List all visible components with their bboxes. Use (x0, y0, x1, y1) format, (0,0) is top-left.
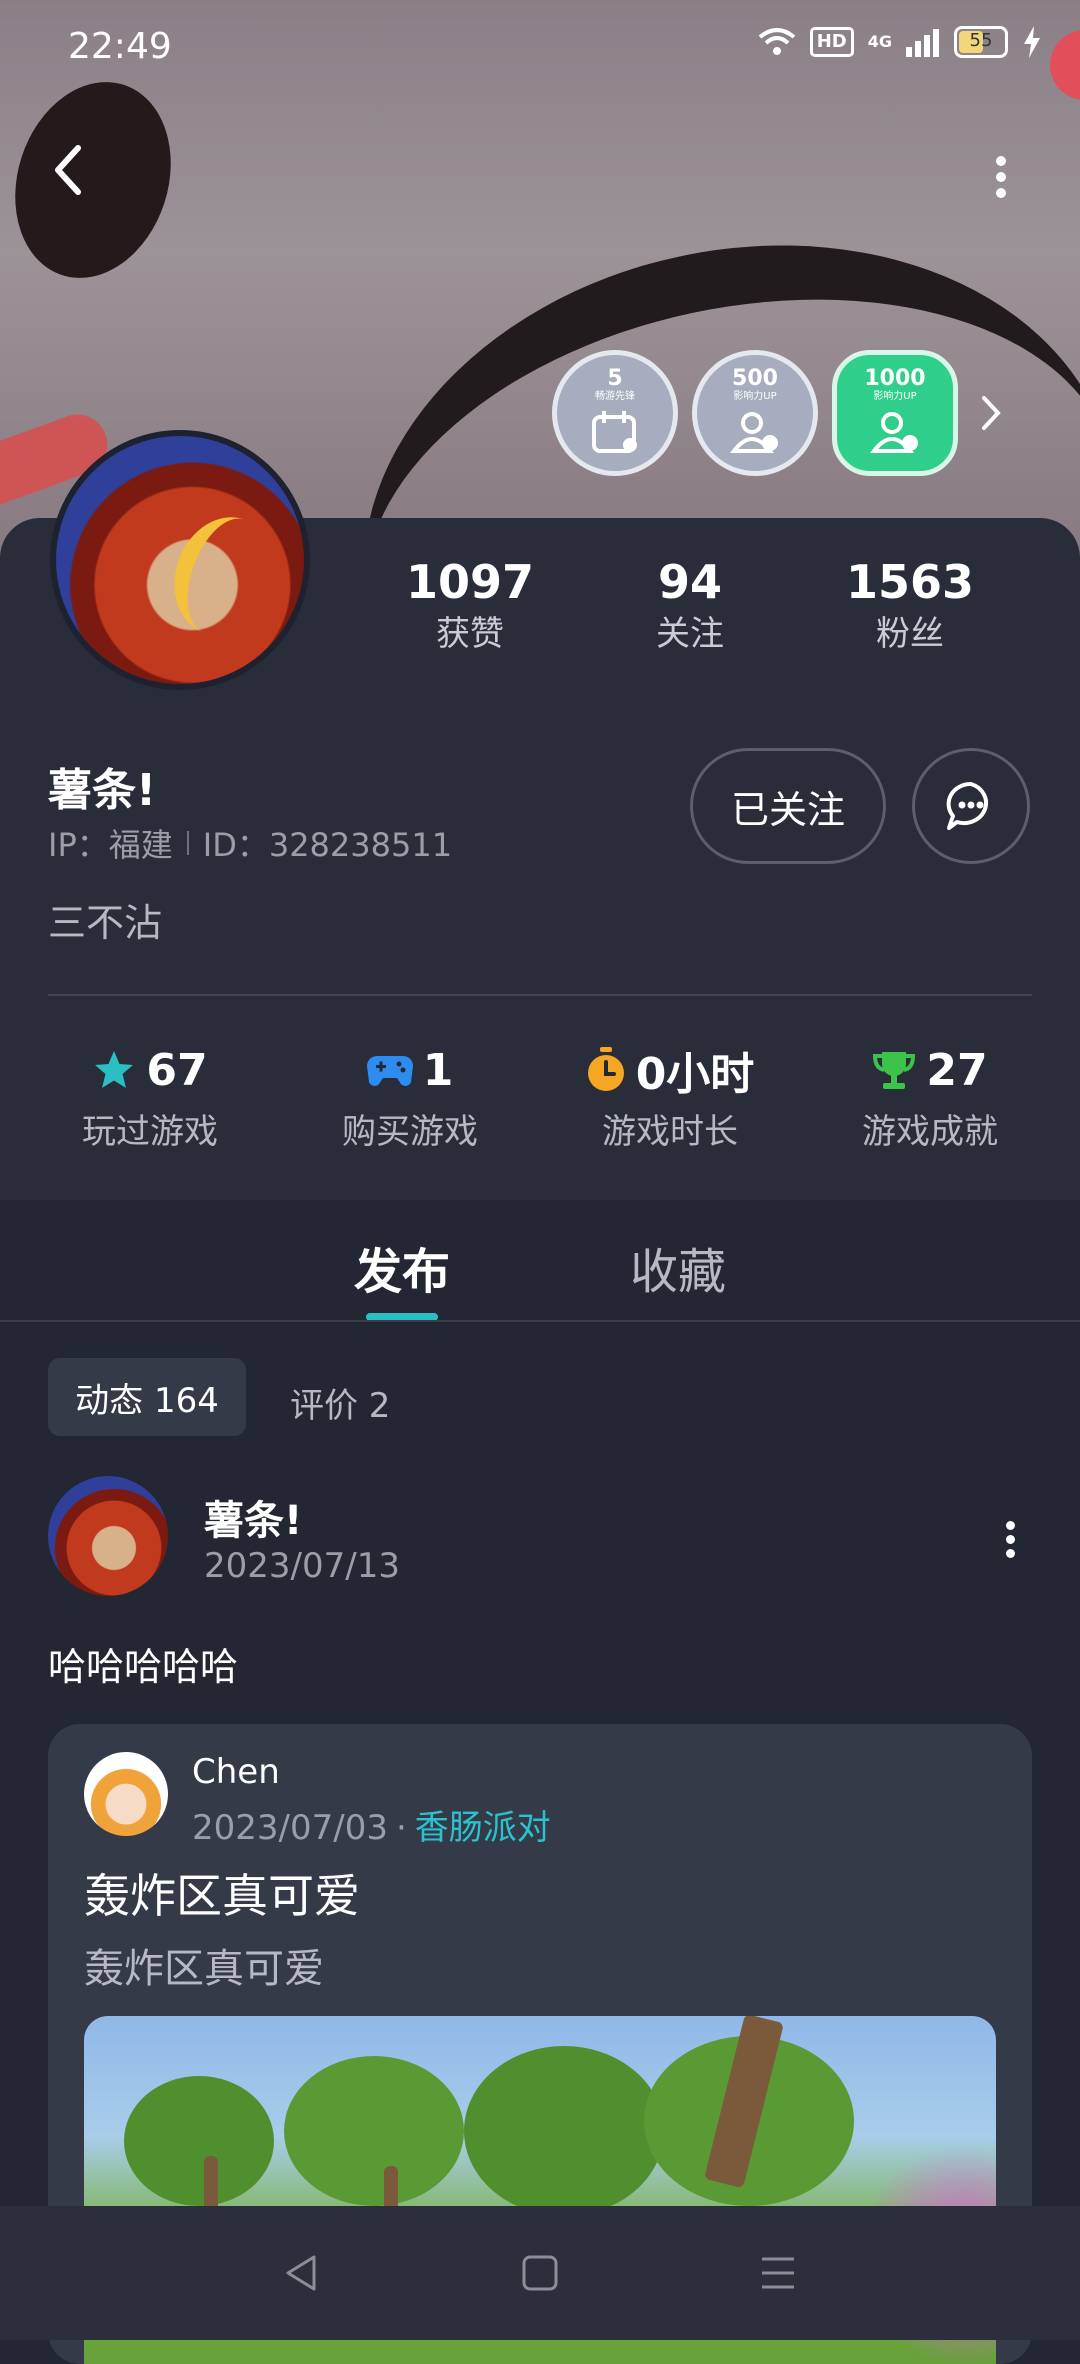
game-stat-label: 购买游戏 (342, 1112, 478, 1152)
badge-subtitle: 影响力UP (873, 391, 917, 402)
charging-icon (1024, 26, 1040, 58)
subtab-review[interactable]: 评价 2 (290, 1378, 390, 1427)
badge-influence-1000[interactable]: 1000 影响力UP (832, 350, 958, 476)
scene-tree (284, 2056, 464, 2206)
game-link[interactable]: 香肠派对 (415, 1808, 551, 1848)
game-stat-purchased[interactable]: 1 购买游戏 (280, 1040, 540, 1153)
post-author-avatar[interactable] (48, 1476, 168, 1596)
signal-icon (906, 29, 939, 57)
stat-followers[interactable]: 1563 粉丝 (800, 552, 1020, 656)
hd-icon: HD (809, 27, 854, 57)
game-stat-label: 游戏成就 (862, 1112, 998, 1152)
badge-number: 1000 (864, 366, 926, 391)
game-stat-value: 27 (926, 1044, 988, 1096)
badge-number: 5 (607, 366, 623, 391)
quoted-post-meta: 2023/07/03 · 香肠派对 (192, 1800, 551, 1849)
tab-favorites[interactable]: 收藏 (630, 1232, 726, 1302)
stat-label: 获赞 (436, 614, 504, 654)
stat-value: 1563 (845, 555, 975, 609)
quoted-author-avatar[interactable] (84, 1752, 168, 1836)
system-nav-bar (0, 2206, 1080, 2340)
profile-name: 薯条! (48, 765, 157, 816)
game-stat-achievements[interactable]: 27 游戏成就 (800, 1040, 1060, 1153)
stat-following[interactable]: 94 关注 (580, 552, 800, 656)
message-button[interactable] (912, 748, 1030, 864)
wifi-icon (758, 28, 795, 55)
game-stat-label: 玩过游戏 (82, 1112, 218, 1152)
stat-value: 1097 (405, 555, 535, 609)
user-up-icon (870, 412, 918, 453)
nav-back-button[interactable] (278, 2249, 326, 2297)
star-icon (95, 1051, 134, 1088)
follow-button[interactable]: 已关注 (690, 748, 886, 864)
stopwatch-icon (587, 1047, 624, 1091)
post-text[interactable]: 哈哈哈哈哈 (48, 1636, 238, 1691)
divider (186, 831, 189, 855)
game-stat-played[interactable]: 67 玩过游戏 (20, 1040, 280, 1153)
square-home-icon (522, 2255, 558, 2291)
more-options-button[interactable] (986, 150, 1016, 210)
calendar-icon (592, 411, 637, 453)
user-up-icon (730, 412, 778, 453)
divider (48, 994, 1032, 996)
game-stat-label: 游戏时长 (602, 1112, 738, 1152)
stat-label: 关注 (656, 614, 724, 654)
stat-label: 粉丝 (876, 614, 944, 654)
scene-tree (124, 2076, 274, 2206)
system-icons: HD 4G 55 (758, 26, 1042, 58)
tab-posts[interactable]: 发布 (354, 1232, 450, 1302)
nav-home-button[interactable] (516, 2249, 564, 2297)
game-stats: 67 玩过游戏 1 购买游戏 0小时 游戏时长 27 游戏成就 (20, 1040, 1060, 1153)
profile-bio: 三不沾 (48, 901, 163, 945)
badge-pioneer[interactable]: 5 畅游先锋 (552, 350, 678, 476)
badge-subtitle: 影响力UP (733, 391, 777, 402)
battery-level: 55 (969, 30, 993, 51)
gamepad-icon (366, 1056, 413, 1086)
post-date: 2023/07/13 (204, 1546, 400, 1586)
back-button[interactable] (48, 140, 108, 220)
post-author-name[interactable]: 薯条! (204, 1488, 302, 1546)
scene-tree (464, 2046, 664, 2216)
battery-icon: 55 (954, 26, 1008, 58)
game-stat-playtime[interactable]: 0小时 游戏时长 (540, 1040, 800, 1153)
badge-influence-500[interactable]: 500 影响力UP (692, 350, 818, 476)
user-id: ID：328238511 (202, 826, 453, 864)
tab-bar (0, 1200, 1080, 1320)
menu-icon (762, 2257, 794, 2289)
separator-dot: · (395, 1808, 407, 1848)
post-more-button[interactable] (1000, 1516, 1020, 1576)
profile-meta: IP：福建 ID：328238511 (48, 820, 452, 866)
badge-subtitle: 畅游先锋 (595, 391, 635, 402)
chevron-left-icon (55, 145, 81, 195)
divider (0, 1320, 1080, 1322)
game-stat-value: 67 (146, 1044, 208, 1096)
trophy-icon (873, 1052, 916, 1089)
status-time: 22:49 (68, 26, 172, 67)
game-stat-value: 0小时 (635, 1049, 755, 1100)
quoted-post-date: 2023/07/03 (192, 1808, 388, 1848)
quoted-author-name[interactable]: Chen (192, 1752, 280, 1792)
badge-list: 5 畅游先锋 500 影响力UP 1000 影响力UP (552, 350, 1006, 476)
triangle-back-icon (286, 2255, 316, 2291)
stat-value: 94 (657, 555, 722, 609)
game-stat-value: 1 (422, 1044, 454, 1096)
stat-likes[interactable]: 1097 获赞 (360, 552, 580, 656)
subtab-dynamic[interactable]: 动态 164 (48, 1358, 246, 1436)
quoted-post-title: 轰炸区真可爱 (84, 1869, 360, 1923)
status-bar: 22:49 HD 4G 55 (0, 0, 1080, 96)
ip-location: IP：福建 (48, 826, 173, 864)
badge-number: 500 (732, 366, 778, 391)
avatar[interactable] (50, 430, 310, 690)
chevron-right-icon[interactable] (976, 388, 1006, 438)
chat-bubble-icon (946, 781, 989, 830)
profile-stats: 1097 获赞 94 关注 1563 粉丝 (360, 552, 1020, 656)
network-type: 4G (867, 32, 892, 51)
quoted-post-body: 轰炸区真可爱 (84, 1946, 324, 1992)
nav-menu-button[interactable] (754, 2249, 802, 2297)
